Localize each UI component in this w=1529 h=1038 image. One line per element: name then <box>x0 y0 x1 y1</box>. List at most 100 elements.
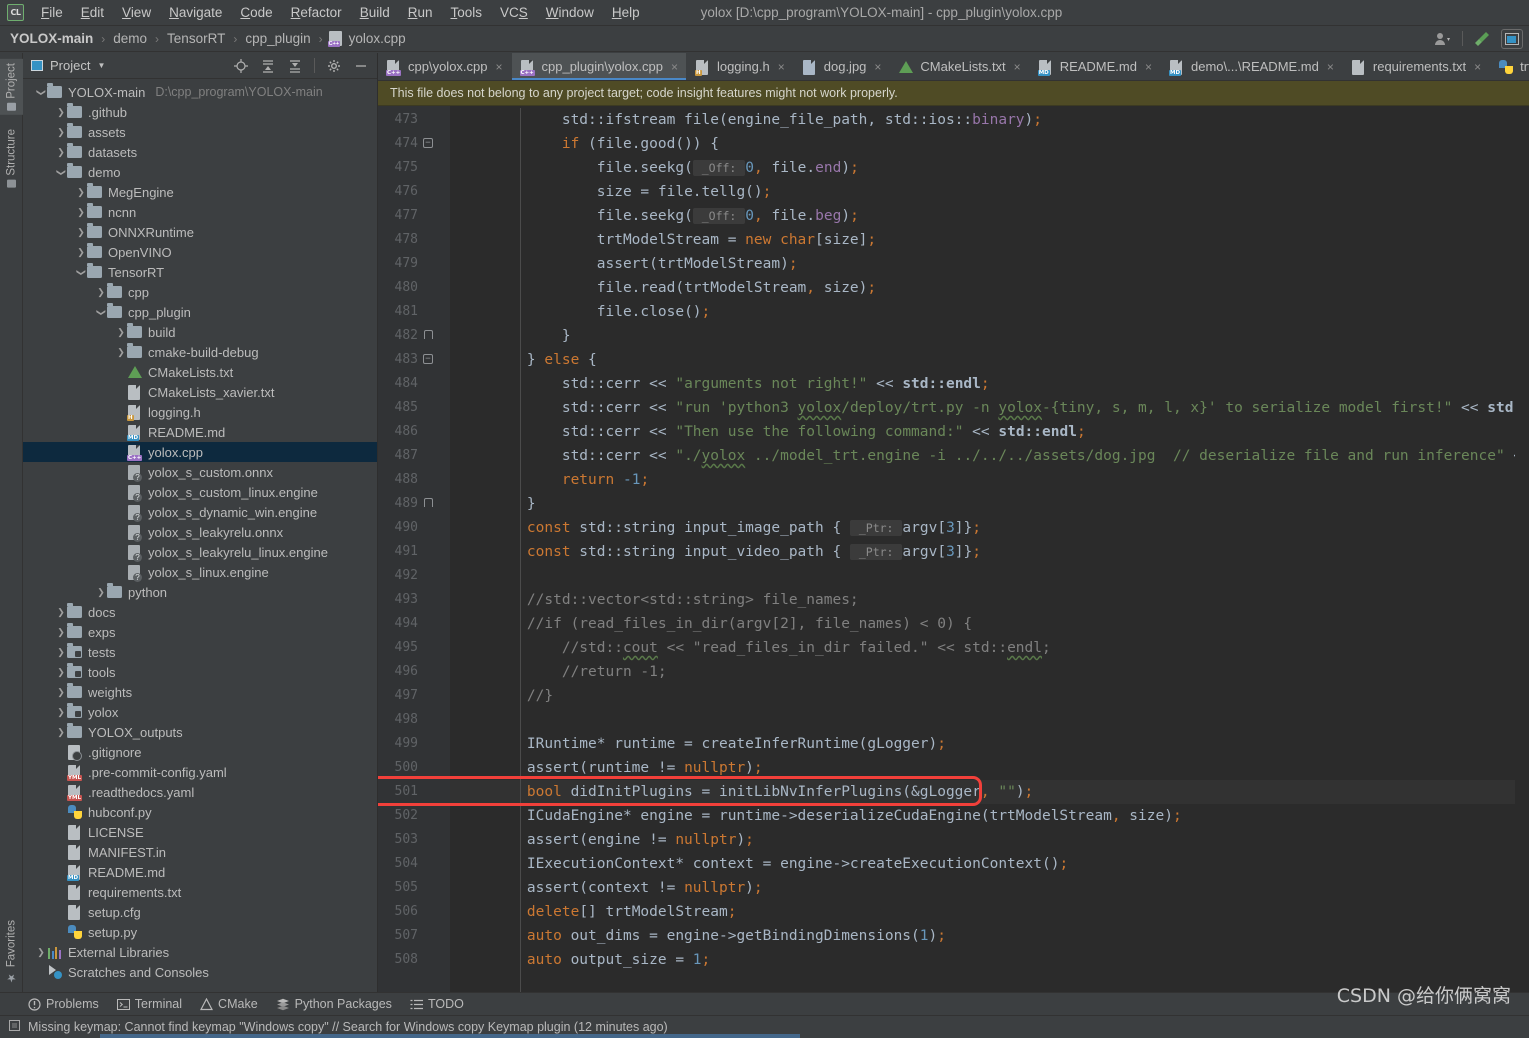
line-number[interactable]: 476 <box>378 180 450 204</box>
code-line[interactable]: //std::vector<std::string> file_names; <box>450 588 1515 612</box>
close-icon[interactable]: × <box>1145 60 1152 74</box>
code-line[interactable]: std::cerr << "Then use the following com… <box>450 420 1515 444</box>
chevron-right-icon[interactable]: ❯ <box>55 107 67 118</box>
code-line[interactable]: std::cerr << "./yolox ../model_trt.engin… <box>450 444 1515 468</box>
line-number[interactable]: 489 <box>378 492 450 516</box>
code-line[interactable]: assert(runtime != nullptr); <box>450 756 1515 780</box>
line-number[interactable]: 486 <box>378 420 450 444</box>
chevron-right-icon[interactable]: ❯ <box>55 707 67 718</box>
tree-row[interactable]: hubconf.py <box>23 802 377 822</box>
code-line[interactable]: return -1; <box>450 468 1515 492</box>
tree-row[interactable]: ❯ weights <box>23 682 377 702</box>
chevron-right-icon[interactable]: ❯ <box>95 587 107 598</box>
tool-window-python-packages[interactable]: Python Packages <box>276 997 392 1011</box>
code-line[interactable]: assert(engine != nullptr); <box>450 828 1515 852</box>
tree-row[interactable]: ❯ TensorRT <box>23 262 377 282</box>
editor-tab-demo-----readme-md[interactable]: MD demo\...\README.md × <box>1161 53 1343 80</box>
chevron-down-icon[interactable]: ❯ <box>36 86 47 98</box>
fold-end-icon[interactable] <box>423 330 434 341</box>
line-number[interactable]: 499 <box>378 732 450 756</box>
menu-window[interactable]: Window <box>537 2 603 23</box>
tree-row[interactable]: CMakeLists_xavier.txt <box>23 382 377 402</box>
collapse-all-icon[interactable] <box>287 58 303 74</box>
breadcrumb-item-cpp-plugin[interactable]: cpp_plugin <box>243 30 312 47</box>
tree-row[interactable]: ❯ External Libraries <box>23 942 377 962</box>
fold-collapse-icon[interactable]: − <box>423 138 434 149</box>
project-tree[interactable]: ❯ YOLOX-main D:\cpp_program\YOLOX-main ❯ .gi… <box>23 79 377 992</box>
line-number[interactable]: 487 <box>378 444 450 468</box>
chevron-right-icon[interactable]: ❯ <box>75 187 87 198</box>
tree-row[interactable]: MANIFEST.in <box>23 842 377 862</box>
menu-build[interactable]: Build <box>351 2 399 23</box>
code-line[interactable]: ICudaEngine* engine = runtime->deseriali… <box>450 804 1515 828</box>
chevron-down-icon[interactable]: ❯ <box>56 166 67 178</box>
code-line[interactable]: const std::string input_video_path { _Pt… <box>450 540 1515 564</box>
tree-row[interactable]: ❯ demo <box>23 162 377 182</box>
tool-window-cmake[interactable]: CMake <box>200 997 258 1011</box>
menu-run[interactable]: Run <box>399 2 442 23</box>
editor-tab-cpp-plugin-yolox-cpp[interactable]: C++ cpp_plugin\yolox.cpp × <box>511 53 687 80</box>
breadcrumb-item-yolox-main[interactable]: YOLOX-main <box>8 30 95 47</box>
tree-row[interactable]: yolox_s_leakyrelu_linux.engine <box>23 542 377 562</box>
tree-row[interactable]: C++ yolox.cpp <box>23 442 377 462</box>
tree-row[interactable]: ❯ build <box>23 322 377 342</box>
tree-row[interactable]: ❯ cpp <box>23 282 377 302</box>
line-number[interactable]: 490 <box>378 516 450 540</box>
line-number[interactable]: 497 <box>378 684 450 708</box>
tree-row[interactable]: ❯ exps <box>23 622 377 642</box>
code-line[interactable]: //} <box>450 684 1515 708</box>
menu-help[interactable]: Help <box>603 2 649 23</box>
tree-row[interactable]: ❯ tools <box>23 662 377 682</box>
tree-row[interactable]: ❯ ONNXRuntime <box>23 222 377 242</box>
line-number[interactable]: 478 <box>378 228 450 252</box>
tree-row[interactable]: YML .readthedocs.yaml <box>23 782 377 802</box>
tool-window-bar[interactable]: Problems Terminal CMake Python Packages TODO <box>0 992 1529 1015</box>
close-icon[interactable]: × <box>1014 60 1021 74</box>
tool-window-todo[interactable]: TODO <box>410 997 464 1011</box>
editor-tab-readme-md[interactable]: MD README.md × <box>1030 53 1161 80</box>
code-line[interactable]: delete[] trtModelStream; <box>450 900 1515 924</box>
line-number[interactable]: 482 <box>378 324 450 348</box>
code-line[interactable]: IRuntime* runtime = createInferRuntime(g… <box>450 732 1515 756</box>
code-line[interactable]: assert(context != nullptr); <box>450 876 1515 900</box>
chevron-right-icon[interactable]: ❯ <box>75 207 87 218</box>
tree-row[interactable]: ❯ cpp_plugin <box>23 302 377 322</box>
tree-row[interactable]: yolox_s_custom_linux.engine <box>23 482 377 502</box>
chevron-down-icon[interactable]: ❯ <box>96 306 107 318</box>
tree-row[interactable]: ❯ docs <box>23 602 377 622</box>
tree-row[interactable]: yolox_s_dynamic_win.engine <box>23 502 377 522</box>
code-line[interactable]: IExecutionContext* context = engine->cre… <box>450 852 1515 876</box>
menu-file[interactable]: File <box>32 2 72 23</box>
line-number[interactable]: 500 <box>378 756 450 780</box>
line-number[interactable]: 495 <box>378 636 450 660</box>
tree-row[interactable]: Hlogging.h <box>23 402 377 422</box>
line-number[interactable]: 504 <box>378 852 450 876</box>
editor-tab-logging-h[interactable]: Hlogging.h × <box>687 53 794 80</box>
code-line[interactable]: size = file.tellg(); <box>450 180 1515 204</box>
tree-row[interactable]: ❯ .github <box>23 102 377 122</box>
code-line[interactable]: file.seekg( _Off: 0, file.beg); <box>450 204 1515 228</box>
code-line[interactable]: } <box>450 324 1515 348</box>
code-line[interactable]: assert(trtModelStream); <box>450 252 1515 276</box>
line-number[interactable]: 477 <box>378 204 450 228</box>
tree-row[interactable]: MD README.md <box>23 862 377 882</box>
line-number[interactable]: 474− <box>378 132 450 156</box>
line-number[interactable]: 481 <box>378 300 450 324</box>
chevron-right-icon[interactable]: ❯ <box>35 947 47 958</box>
close-icon[interactable]: × <box>671 60 678 74</box>
line-number[interactable]: 494 <box>378 612 450 636</box>
close-icon[interactable]: × <box>778 60 785 74</box>
code-line[interactable]: std::ifstream file(engine_file_path, std… <box>450 108 1515 132</box>
tree-row[interactable]: setup.py <box>23 922 377 942</box>
gear-icon[interactable] <box>326 58 342 74</box>
chevron-right-icon[interactable]: ❯ <box>55 687 67 698</box>
line-number[interactable]: 475 <box>378 156 450 180</box>
close-icon[interactable]: × <box>874 60 881 74</box>
line-number[interactable]: 498 <box>378 708 450 732</box>
code-line[interactable]: file.close(); <box>450 300 1515 324</box>
chevron-right-icon[interactable]: ❯ <box>55 727 67 738</box>
tree-row[interactable]: setup.cfg <box>23 902 377 922</box>
code-line[interactable]: std::cerr << "arguments not right!" << s… <box>450 372 1515 396</box>
layout-window-icon[interactable] <box>1501 28 1523 49</box>
sidebar-item-project[interactable]: Project <box>0 59 23 115</box>
